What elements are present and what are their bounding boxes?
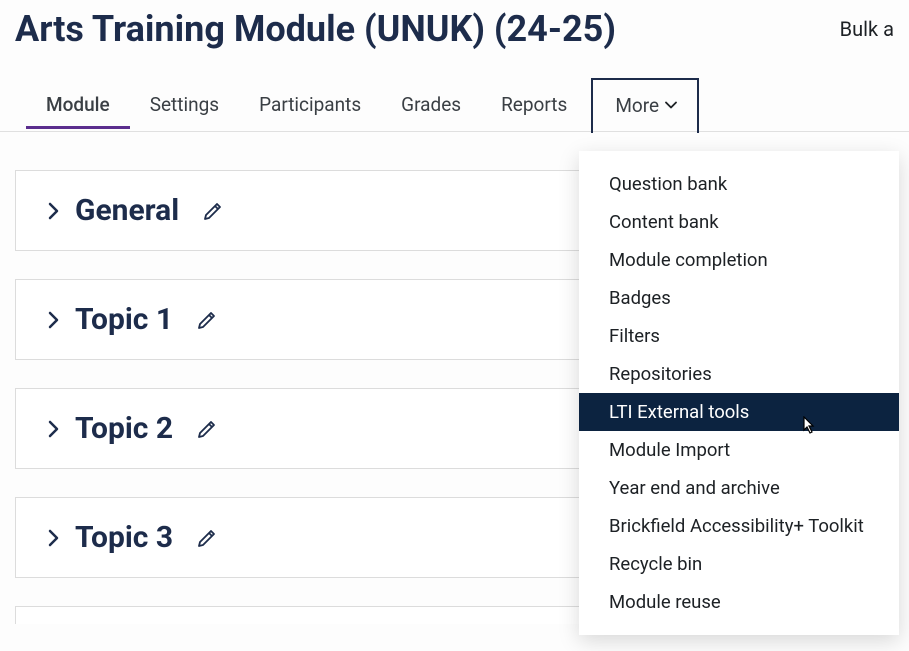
tab-participants[interactable]: Participants [239,81,381,128]
page-title: Arts Training Module (UNUK) (24-25) [15,8,616,50]
tab-module[interactable]: Module [26,81,130,128]
tab-more[interactable]: More [591,78,699,133]
pencil-icon[interactable] [197,528,217,548]
dropdown-item-lti-external-tools[interactable]: LTI External tools [579,393,899,431]
tab-reports[interactable]: Reports [481,81,587,128]
dropdown-item-module-completion[interactable]: Module completion [579,241,899,279]
pencil-icon[interactable] [197,310,217,330]
dropdown-item-module-reuse[interactable]: Module reuse [579,583,899,621]
chevron-right-icon [48,202,59,220]
section-toggle[interactable] [48,529,59,547]
dropdown-item-badges[interactable]: Badges [579,279,899,317]
more-dropdown-menu: Question bank Content bank Module comple… [579,151,899,635]
tabs-container: Module Settings Participants Grades Repo… [0,78,909,132]
chevron-right-icon [48,420,59,438]
bulk-actions-link[interactable]: Bulk a [840,17,894,41]
section-title[interactable]: General [75,193,179,228]
dropdown-item-module-import[interactable]: Module Import [579,431,899,469]
dropdown-item-question-bank[interactable]: Question bank [579,165,899,203]
dropdown-item-recycle-bin[interactable]: Recycle bin [579,545,899,583]
dropdown-item-brickfield-accessibility[interactable]: Brickfield Accessibility+ Toolkit [579,507,899,545]
section-title[interactable]: Topic 1 [75,302,173,337]
tab-grades[interactable]: Grades [381,81,481,128]
pencil-icon[interactable] [203,201,223,221]
section-toggle[interactable] [48,311,59,329]
tab-more-label: More [615,94,659,117]
dropdown-item-filters[interactable]: Filters [579,317,899,355]
section-title[interactable]: Topic 3 [75,520,173,555]
section-toggle[interactable] [48,202,59,220]
chevron-down-icon [665,101,675,111]
dropdown-item-content-bank[interactable]: Content bank [579,203,899,241]
page-header: Arts Training Module (UNUK) (24-25) Bulk… [0,0,909,78]
chevron-right-icon [48,311,59,329]
section-title[interactable]: Topic 2 [75,411,173,446]
section-toggle[interactable] [48,420,59,438]
pencil-icon[interactable] [197,419,217,439]
dropdown-item-year-end-archive[interactable]: Year end and archive [579,469,899,507]
tab-settings[interactable]: Settings [130,81,239,128]
chevron-right-icon [48,529,59,547]
dropdown-item-repositories[interactable]: Repositories [579,355,899,393]
